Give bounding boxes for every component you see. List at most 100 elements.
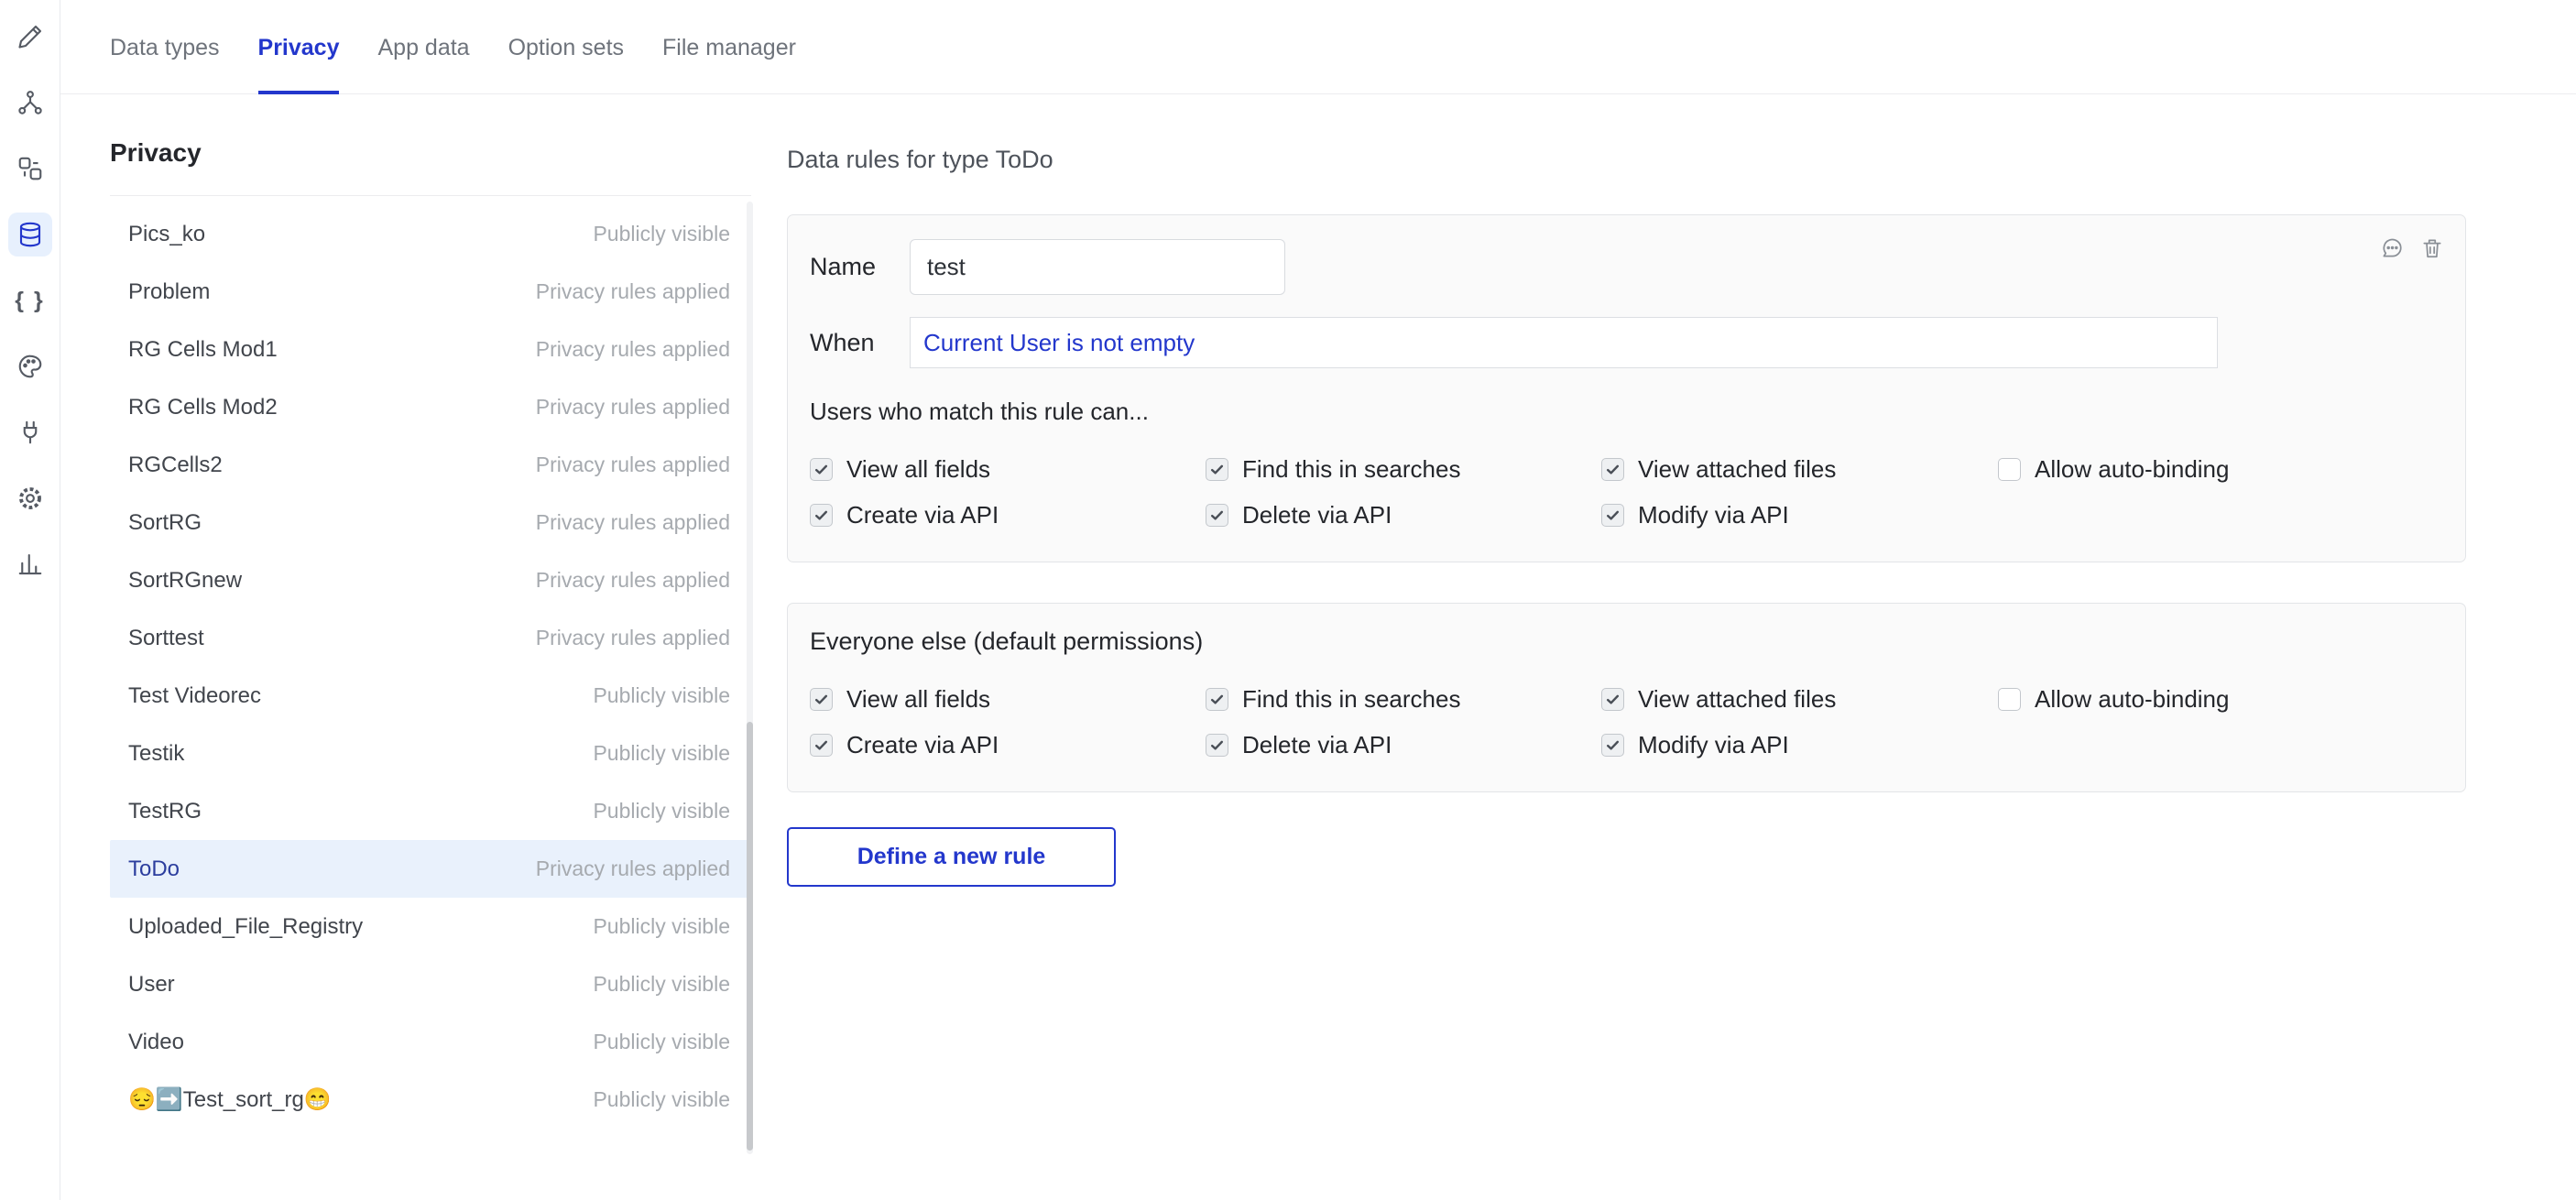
checkbox-checked-icon[interactable] — [1206, 458, 1228, 481]
permission-option: Allow auto-binding — [1998, 446, 2443, 492]
data-type-name: Pics_ko — [128, 222, 205, 247]
privacy-status: Publicly visible — [593, 914, 730, 939]
checkbox-checked-icon[interactable] — [1601, 734, 1624, 757]
pencil-icon[interactable] — [0, 4, 60, 70]
comment-icon[interactable] — [2379, 235, 2405, 261]
checkbox-unchecked-icon[interactable] — [1998, 688, 2021, 711]
tab-privacy[interactable]: Privacy — [258, 0, 340, 94]
permission-label: Allow auto-binding — [2035, 685, 2229, 714]
permission-option: Delete via API — [1206, 722, 1601, 768]
list-item[interactable]: TestRG Publicly visible — [110, 782, 751, 840]
list-item[interactable]: SortRGnewPrivacy rules applied — [110, 551, 751, 609]
list-item[interactable]: 😔➡️Test_sort_rg😁 Publicly visible — [110, 1071, 751, 1129]
privacy-status: Publicly visible — [593, 1087, 730, 1112]
checkbox-checked-icon[interactable] — [1601, 688, 1624, 711]
list-item[interactable]: SorttestPrivacy rules applied — [110, 609, 751, 667]
list-item[interactable]: RGCells2Privacy rules applied — [110, 436, 751, 494]
privacy-status: Publicly visible — [593, 222, 730, 246]
checkbox-checked-icon[interactable] — [810, 734, 833, 757]
list-item[interactable]: Uploaded_File_Registry Publicly visible — [110, 898, 751, 955]
permission-label: Find this in searches — [1242, 685, 1460, 714]
data-type-name: Video — [128, 1030, 184, 1055]
default-permissions-card: Everyone else (default permissions) View… — [787, 603, 2466, 792]
permission-label: View attached files — [1638, 685, 1836, 714]
checkbox-checked-icon[interactable] — [1206, 504, 1228, 527]
list-item[interactable]: TestikPublicly visible — [110, 725, 751, 782]
settings-icon[interactable] — [0, 465, 60, 531]
permission-label: Modify via API — [1638, 501, 1789, 529]
data-type-name: TestRG — [128, 799, 202, 824]
permission-label: Allow auto-binding — [2035, 455, 2229, 484]
list-item[interactable]: Test Videorec Publicly visible — [110, 667, 751, 725]
checkbox-checked-icon[interactable] — [1601, 458, 1624, 481]
rule-name-row: Name — [810, 239, 2443, 295]
panel-divider — [110, 195, 751, 196]
list-item[interactable]: Pics_ko Publicly visible — [110, 205, 751, 263]
permission-option: View all fields — [810, 676, 1206, 722]
permission-option: Find this in searches — [1206, 676, 1601, 722]
components-icon[interactable] — [0, 136, 60, 202]
checkbox-unchecked-icon[interactable] — [1998, 458, 2021, 481]
privacy-status: Privacy rules applied — [536, 279, 730, 304]
data-rules-title: Data rules for type ToDo — [787, 146, 2466, 174]
permission-option: Find this in searches — [1206, 446, 1601, 492]
permission-label: Delete via API — [1242, 731, 1392, 759]
checkbox-checked-icon[interactable] — [810, 688, 833, 711]
data-type-name: SortRGnew — [128, 568, 242, 594]
list-item[interactable]: RG Cells Mod1Privacy rules applied — [110, 321, 751, 378]
data-type-name: Test Videorec — [128, 683, 261, 709]
list-item[interactable]: User Publicly visible — [110, 955, 751, 1013]
default-permissions-title: Everyone else (default permissions) — [810, 627, 2443, 656]
permission-option: View attached files — [1601, 446, 1998, 492]
data-type-name: SortRG — [128, 510, 202, 536]
default-permission-grid: View all fields Find this in searches View… — [810, 676, 2443, 768]
checkbox-checked-icon[interactable] — [1206, 688, 1228, 711]
tab-data-types[interactable]: Data types — [110, 0, 220, 94]
list-item[interactable]: ToDo Privacy rules applied — [110, 840, 751, 898]
rule-when-row: When Current User is not empty — [810, 317, 2443, 368]
workflow-icon[interactable] — [0, 70, 60, 136]
data-type-name: 😔➡️Test_sort_rg😁 — [128, 1086, 332, 1113]
define-new-rule-button[interactable]: Define a new rule — [787, 827, 1116, 887]
permission-label: Modify via API — [1638, 731, 1789, 759]
data-type-name: Testik — [128, 741, 184, 767]
permission-option: Modify via API — [1601, 492, 1998, 538]
checkbox-checked-icon[interactable] — [810, 504, 833, 527]
privacy-status: Privacy rules applied — [536, 510, 730, 535]
data-type-name: ToDo — [128, 856, 180, 882]
privacy-status: Publicly visible — [593, 799, 730, 824]
privacy-status: Privacy rules applied — [536, 856, 730, 881]
privacy-body: Privacy Pics_koPublicly visibleProblemPr… — [60, 94, 2576, 1200]
styles-icon[interactable] — [0, 333, 60, 399]
privacy-status: Publicly visible — [593, 683, 730, 708]
checkbox-checked-icon[interactable] — [1601, 504, 1624, 527]
list-scrollbar-thumb[interactable] — [747, 722, 753, 1151]
plugin-icon[interactable] — [0, 399, 60, 465]
editor-icon-rail: { } — [0, 0, 60, 1200]
braces-icon[interactable]: { } — [0, 267, 60, 333]
list-item[interactable]: ProblemPrivacy rules applied — [110, 263, 751, 321]
permission-option: Allow auto-binding — [1998, 676, 2443, 722]
list-item[interactable]: SortRG Privacy rules applied — [110, 494, 751, 551]
database-icon[interactable] — [0, 202, 60, 267]
tab-option-sets[interactable]: Option sets — [508, 0, 624, 94]
delete-rule-icon[interactable] — [2419, 235, 2445, 261]
checkbox-checked-icon[interactable] — [810, 458, 833, 481]
rule-name-input[interactable] — [910, 239, 1285, 295]
rule-card-actions — [2379, 235, 2445, 261]
rule-condition-box[interactable]: Current User is not empty — [910, 317, 2218, 368]
data-type-name: Uploaded_File_Registry — [128, 914, 363, 940]
list-item[interactable]: VideoPublicly visible — [110, 1013, 751, 1071]
tab-bar: Data types Privacy App data Option sets File… — [60, 0, 2576, 94]
data-type-list: Pics_ko Publicly visible ProblemPrivacy ru… — [110, 205, 751, 1129]
list-item[interactable]: RG Cells Mod2Privacy rules applied — [110, 378, 751, 436]
privacy-status: Publicly visible — [593, 972, 730, 997]
checkbox-checked-icon[interactable] — [1206, 734, 1228, 757]
privacy-status: Privacy rules applied — [536, 453, 730, 477]
tab-file-manager[interactable]: File manager — [662, 0, 796, 94]
data-type-name: RG Cells Mod2 — [128, 395, 278, 420]
data-type-name: User — [128, 972, 175, 998]
tab-app-data[interactable]: App data — [377, 0, 469, 94]
rule-match-text: Users who match this rule can... — [810, 398, 2443, 426]
logs-icon[interactable] — [0, 531, 60, 597]
